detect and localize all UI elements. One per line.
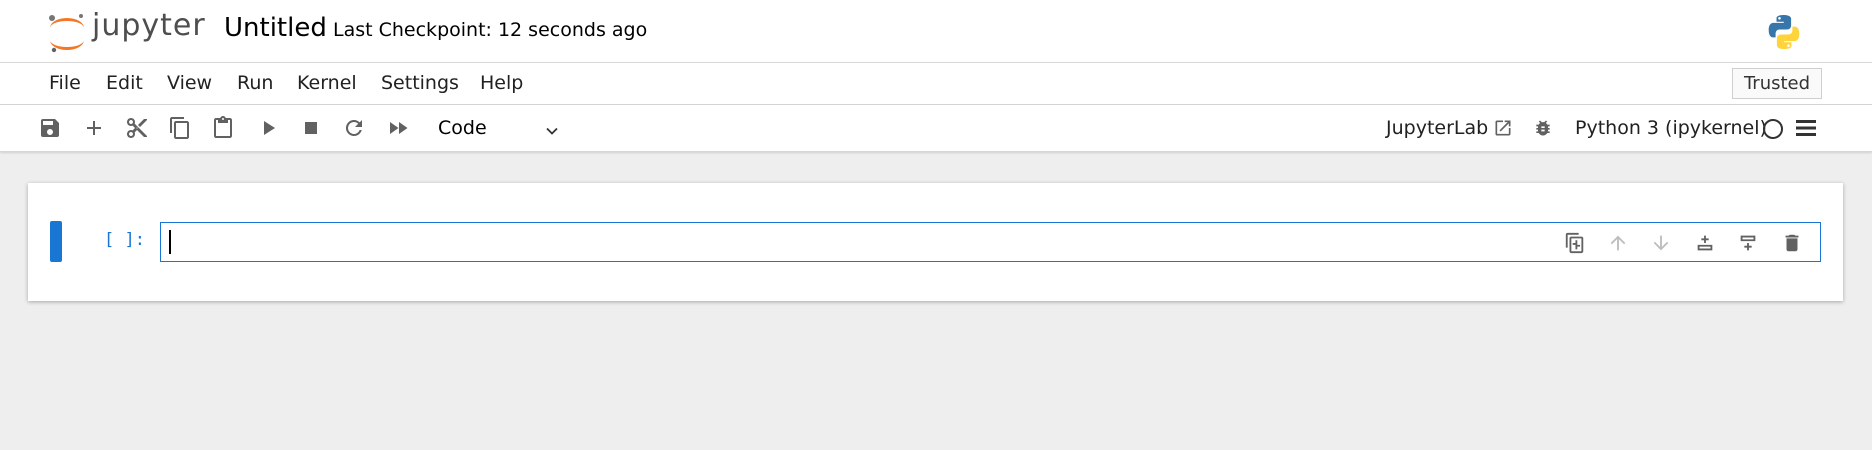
- insert-cell-below-button[interactable]: [1737, 232, 1759, 254]
- menu-file[interactable]: File: [49, 72, 81, 94]
- plus-icon: [87, 121, 101, 135]
- move-down-icon: [1653, 235, 1669, 251]
- restart-icon: [345, 119, 362, 136]
- debugger-bug-icon[interactable]: [1533, 118, 1553, 138]
- paste-button[interactable]: [211, 116, 235, 140]
- copy-button[interactable]: [168, 116, 192, 140]
- move-cell-up-button[interactable]: [1607, 232, 1629, 254]
- menu-settings[interactable]: Settings: [381, 72, 459, 94]
- menu-run[interactable]: Run: [237, 72, 273, 94]
- restart-kernel-button[interactable]: [342, 116, 366, 140]
- interrupt-kernel-button[interactable]: [299, 116, 323, 140]
- menu-help[interactable]: Help: [480, 72, 523, 94]
- cell-type-select[interactable]: Code: [430, 113, 565, 143]
- insert-cell-button[interactable]: [82, 116, 106, 140]
- cell-type-value: Code: [438, 117, 487, 139]
- insert-cell-above-button[interactable]: [1694, 232, 1716, 254]
- stop-icon: [305, 122, 317, 134]
- notebook-toolbar: Code JupyterLab Python 3 (ipykernel): [0, 105, 1872, 152]
- move-cell-down-button[interactable]: [1650, 232, 1672, 254]
- trusted-indicator[interactable]: Trusted: [1732, 68, 1822, 99]
- save-icon: [41, 119, 59, 137]
- restart-run-all-button[interactable]: [386, 116, 410, 140]
- delete-icon: [1785, 234, 1799, 252]
- hamburger-menu-icon[interactable]: [1796, 119, 1816, 137]
- python-logo-icon: [1768, 15, 1800, 49]
- insert-above-icon: [1697, 235, 1713, 251]
- open-in-jupyterlab-link[interactable]: JupyterLab: [1386, 117, 1488, 139]
- move-up-icon: [1610, 235, 1626, 251]
- external-link-icon[interactable]: [1493, 118, 1513, 138]
- kernel-name[interactable]: Python 3 (ipykernel): [1575, 117, 1767, 139]
- duplicate-icon: [1565, 232, 1584, 254]
- cut-icon: [127, 118, 147, 138]
- cut-button[interactable]: [125, 116, 149, 140]
- delete-cell-button[interactable]: [1781, 232, 1803, 254]
- menu-view[interactable]: View: [167, 72, 212, 94]
- menu-edit[interactable]: Edit: [106, 72, 143, 94]
- chevron-down-icon: [546, 127, 558, 135]
- kernel-status-idle-icon: [1763, 119, 1783, 139]
- notebook-title[interactable]: Untitled: [224, 13, 327, 43]
- save-button[interactable]: [38, 116, 62, 140]
- fast-forward-icon: [390, 122, 408, 134]
- run-cell-button[interactable]: [256, 116, 280, 140]
- duplicate-cell-button[interactable]: [1564, 232, 1586, 254]
- run-icon: [264, 121, 275, 135]
- paste-icon: [214, 116, 232, 138]
- text-cursor: [169, 230, 171, 254]
- menu-kernel[interactable]: Kernel: [297, 72, 357, 94]
- input-prompt: [ ]:: [104, 230, 145, 250]
- notebook-panel: [ ]:: [28, 183, 1843, 301]
- top-header: jupyter Untitled Last Checkpoint: 12 sec…: [0, 0, 1872, 63]
- last-checkpoint: Last Checkpoint: 12 seconds ago: [333, 19, 648, 41]
- cell-collapser[interactable]: [50, 221, 62, 262]
- code-cell-editor[interactable]: [160, 222, 1821, 262]
- menubar: File Edit View Run Kernel Settings Help …: [0, 63, 1872, 105]
- copy-icon: [170, 117, 189, 139]
- jupyter-logo-text: jupyter: [92, 8, 206, 43]
- insert-below-icon: [1740, 235, 1756, 251]
